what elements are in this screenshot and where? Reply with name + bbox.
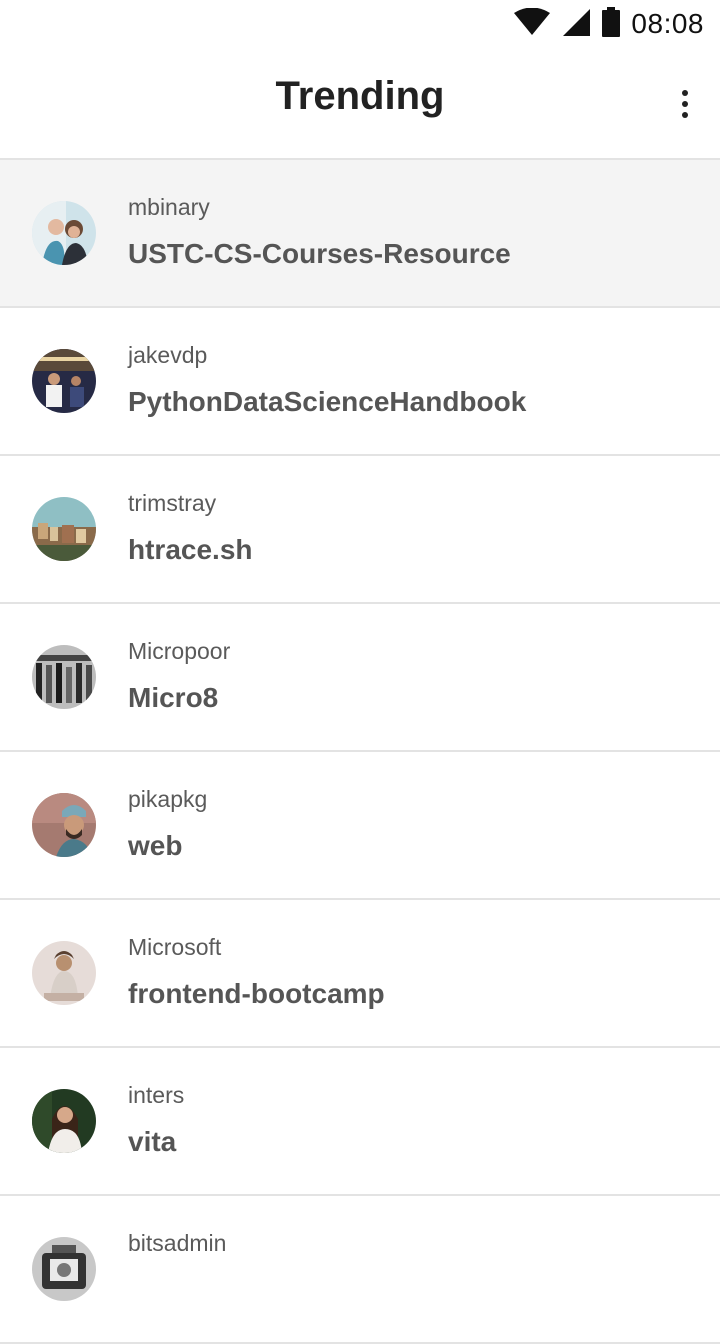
page-title: Trending — [275, 74, 445, 118]
repo-name: frontend-bootcamp — [128, 978, 385, 1009]
avatar — [32, 793, 96, 857]
list-item[interactable]: jakevdp PythonDataScienceHandbook — [0, 308, 720, 456]
status-icons: 08:08 — [513, 6, 704, 42]
list-item[interactable]: bitsadmin — [0, 1196, 720, 1344]
list-item[interactable]: pikapkg web — [0, 752, 720, 900]
list-item[interactable]: Micropoor Micro8 — [0, 604, 720, 752]
avatar — [32, 1237, 96, 1301]
status-time: 08:08 — [631, 8, 704, 39]
avatar — [32, 497, 96, 561]
repo-owner: bitsadmin — [128, 1230, 227, 1256]
avatar — [32, 1089, 96, 1153]
repo-name: USTC-CS-Courses-Resource — [128, 238, 511, 269]
avatar — [32, 941, 96, 1005]
more-vert-icon[interactable] — [668, 84, 702, 124]
cell-signal-icon — [561, 7, 591, 42]
avatar — [32, 349, 96, 413]
repo-owner: inters — [128, 1082, 185, 1108]
repo-owner: trimstray — [128, 490, 217, 516]
repo-name: vita — [128, 1126, 177, 1157]
app-bar: Trending — [0, 48, 720, 160]
repo-owner: pikapkg — [128, 786, 208, 812]
repo-owner: Micropoor — [128, 638, 231, 664]
list-item[interactable]: inters vita — [0, 1048, 720, 1196]
repo-owner: Microsoft — [128, 934, 222, 960]
repo-owner: jakevdp — [128, 342, 208, 368]
repo-name: htrace.sh — [128, 534, 253, 565]
repo-name: Micro8 — [128, 682, 219, 713]
repo-name: PythonDataScienceHandbook — [128, 386, 527, 417]
avatar — [32, 645, 96, 709]
status-bar: 08:08 — [0, 0, 720, 48]
trending-list: mbinary USTC-CS-Courses-Resource jakevdp… — [0, 160, 720, 1344]
battery-icon — [601, 6, 621, 42]
list-item[interactable]: mbinary USTC-CS-Courses-Resource — [0, 160, 720, 308]
avatar — [32, 201, 96, 265]
list-item[interactable]: trimstray htrace.sh — [0, 456, 720, 604]
repo-name: web — [128, 830, 183, 861]
wifi-icon — [513, 7, 551, 41]
list-item[interactable]: Microsoft frontend-bootcamp — [0, 900, 720, 1048]
repo-owner: mbinary — [128, 194, 210, 220]
